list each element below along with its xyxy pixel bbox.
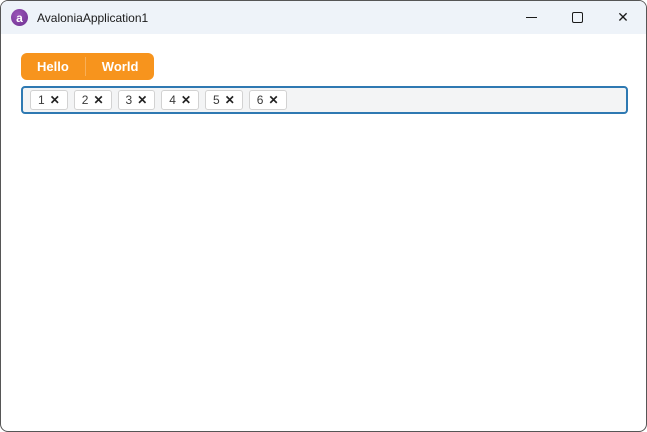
tag-chip: 1 ✕ (30, 90, 68, 110)
caption-buttons: ✕ (508, 1, 646, 34)
close-icon: ✕ (617, 9, 629, 25)
app-window: a AvaloniaApplication1 ✕ Hello World 1 ✕ (0, 0, 647, 432)
titlebar: a AvaloniaApplication1 ✕ (1, 1, 646, 34)
maximize-button[interactable] (554, 1, 600, 33)
world-button[interactable]: World (86, 53, 155, 80)
tag-chip-close-icon[interactable]: ✕ (137, 94, 147, 106)
close-button[interactable]: ✕ (600, 1, 646, 33)
hello-world-button-group: Hello World (21, 53, 155, 80)
tag-chip-label: 1 (38, 93, 45, 107)
tag-chip-close-icon[interactable]: ✕ (181, 94, 191, 106)
tag-chip-label: 6 (256, 93, 264, 107)
tag-chip-label: 5 (213, 93, 220, 107)
tag-input-container[interactable]: 1 ✕ 2 ✕ 3 ✕ 4 ✕ 5 ✕ 6 ✕ (21, 86, 628, 114)
tag-chip: 2 ✕ (73, 90, 112, 110)
tag-chip-close-icon[interactable]: ✕ (268, 94, 278, 106)
tag-chip: 3 ✕ (117, 90, 156, 110)
maximize-icon (571, 11, 583, 23)
window-title: AvaloniaApplication1 (37, 10, 149, 25)
tag-chip-close-icon[interactable]: ✕ (93, 94, 103, 106)
avalonia-logo-icon: a (11, 9, 28, 26)
avalonia-logo-letter: a (16, 10, 23, 25)
tag-chip-label: 2 (81, 93, 89, 107)
tag-chip-close-icon[interactable]: ✕ (50, 94, 60, 106)
window-content: Hello World 1 ✕ 2 ✕ 3 ✕ 4 ✕ 5 ✕ 6 ✕ (1, 34, 646, 114)
tag-chip-label: 3 (125, 93, 133, 107)
tag-chip: 6 ✕ (248, 90, 287, 110)
tag-chip: 5 ✕ (205, 90, 243, 110)
minimize-icon (525, 16, 537, 18)
tag-chip: 4 ✕ (161, 90, 199, 110)
tag-chip-label: 4 (169, 93, 176, 107)
tag-chip-close-icon[interactable]: ✕ (225, 94, 235, 106)
minimize-button[interactable] (508, 1, 554, 33)
hello-button[interactable]: Hello (21, 53, 85, 80)
